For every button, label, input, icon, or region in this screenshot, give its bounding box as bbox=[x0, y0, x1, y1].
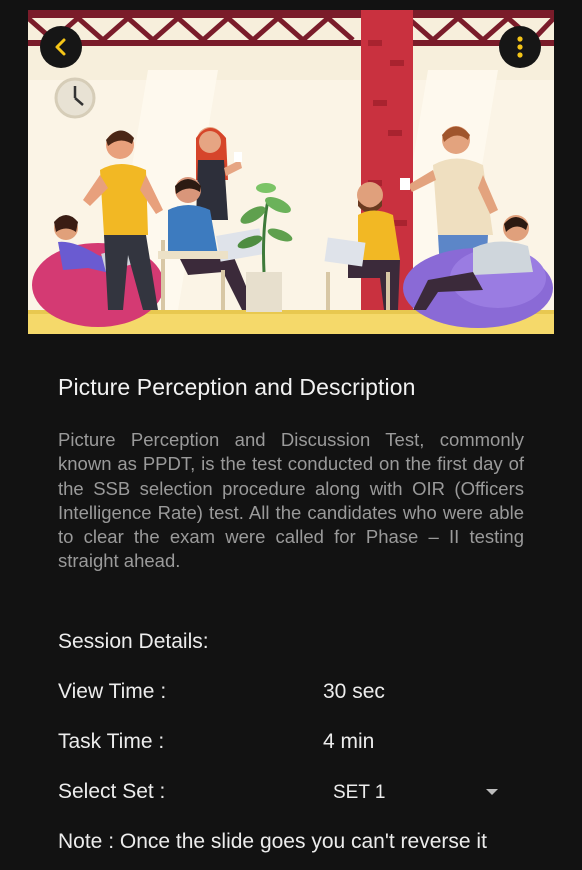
more-vertical-icon bbox=[517, 36, 523, 58]
task-time-label: Task Time : bbox=[58, 730, 165, 753]
view-time-value: 30 sec bbox=[323, 680, 385, 703]
select-set-value: SET 1 bbox=[333, 782, 386, 803]
more-options-button[interactable] bbox=[499, 26, 541, 68]
task-time-value: 4 min bbox=[323, 730, 375, 753]
ppdt-session-screen: Picture Perception and Description Pictu… bbox=[0, 0, 582, 870]
test-description: Picture Perception and Discussion Test, … bbox=[58, 429, 524, 572]
page-title: Picture Perception and Description bbox=[58, 374, 416, 400]
dropdown-arrow-icon bbox=[486, 789, 498, 795]
session-details-heading: Session Details: bbox=[58, 630, 209, 653]
office-lounge-illustration bbox=[28, 10, 554, 334]
select-set-label: Select Set : bbox=[58, 780, 166, 803]
hero-illustration bbox=[28, 10, 554, 334]
select-set-dropdown[interactable]: SET 1 bbox=[322, 776, 508, 810]
chevron-left-icon bbox=[55, 38, 66, 56]
note-text: Note : Once the slide goes you can't rev… bbox=[58, 830, 487, 853]
back-button[interactable] bbox=[40, 26, 82, 68]
view-time-label: View Time : bbox=[58, 680, 167, 703]
